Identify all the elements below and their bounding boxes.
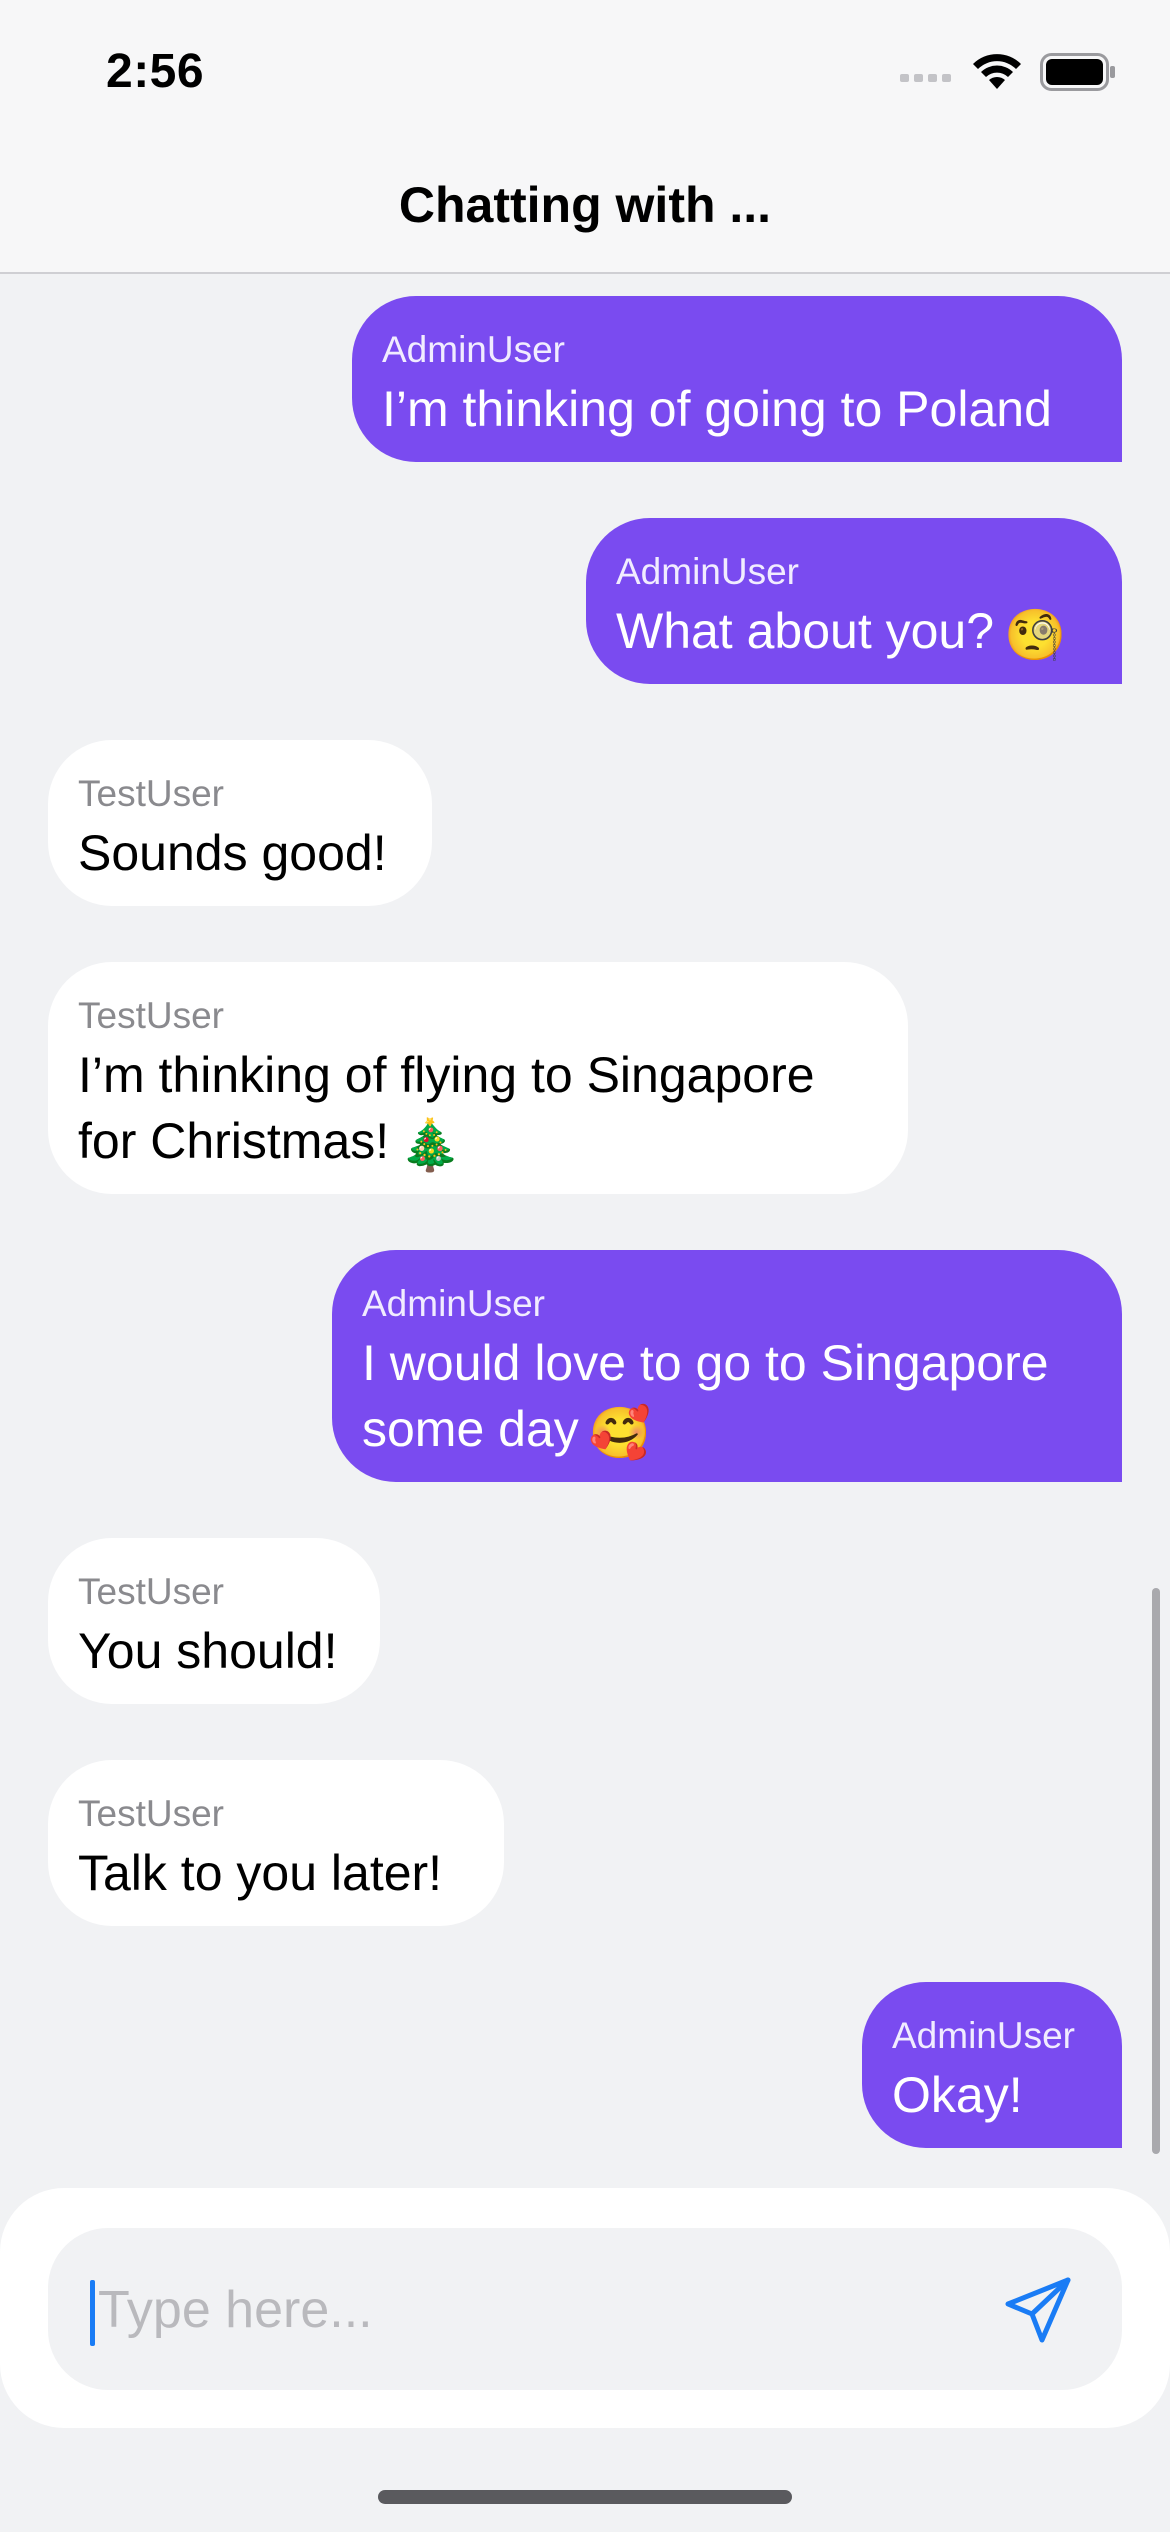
- message-text-line-2: for Christmas! 🎄: [78, 1108, 878, 1178]
- message-input-container[interactable]: [48, 2228, 1122, 2390]
- message-sender: TestUser: [78, 1793, 224, 1834]
- incoming-message: TestUser You should!: [48, 1538, 380, 1704]
- outgoing-message: AdminUser What about you? 🧐: [586, 518, 1122, 684]
- chat-message-list[interactable]: AdminUser I’m thinking of going to Polan…: [0, 276, 1170, 2188]
- monocle-face-emoji: 🧐: [1004, 606, 1067, 663]
- message-text: You should!: [78, 1623, 338, 1679]
- message-sender: AdminUser: [362, 1283, 545, 1324]
- message-text-line: What about you?: [616, 603, 995, 659]
- message-sender: TestUser: [78, 995, 224, 1036]
- message-sender: AdminUser: [892, 2015, 1075, 2056]
- message-text: I’m thinking of going to Poland: [382, 381, 1052, 437]
- wifi-icon: [972, 53, 1022, 96]
- message-text-line: some day: [362, 1401, 579, 1457]
- message-text-line-1: I’m thinking of flying to Singapore: [78, 1047, 815, 1103]
- message-text-line: for Christmas!: [78, 1113, 390, 1169]
- status-time: 2:56: [106, 45, 205, 98]
- message-text: Okay!: [892, 2067, 1023, 2123]
- send-button[interactable]: [998, 2272, 1078, 2352]
- status-icons: [900, 52, 1116, 96]
- message-composer: [0, 2188, 1170, 2428]
- text-caret: [90, 2280, 95, 2346]
- message-sender: AdminUser: [616, 551, 799, 592]
- battery-icon: [1040, 52, 1116, 96]
- message-text-line-1: I would love to go to Singapore: [362, 1335, 1049, 1391]
- message-text-line-2: some day 🥰: [362, 1396, 1092, 1466]
- message-input[interactable]: [98, 2270, 978, 2350]
- incoming-message: TestUser Talk to you later!: [48, 1760, 504, 1926]
- status-bar: 2:56: [0, 0, 1170, 140]
- home-indicator[interactable]: [378, 2490, 792, 2504]
- page-title: Chatting with ...: [398, 177, 772, 233]
- cellular-signal-icon: [900, 62, 954, 87]
- message-text: Talk to you later!: [78, 1845, 443, 1901]
- message-text: What about you? 🧐: [616, 598, 1092, 668]
- incoming-message: TestUser Sounds good!: [48, 740, 432, 906]
- outgoing-message: AdminUser Okay!: [862, 1982, 1122, 2148]
- paper-plane-send-icon: [1002, 2274, 1074, 2351]
- outgoing-message: AdminUser I would love to go to Singapor…: [332, 1250, 1122, 1482]
- message-sender: TestUser: [78, 773, 224, 814]
- christmas-tree-emoji: 🎄: [399, 1116, 462, 1173]
- outgoing-message: AdminUser I’m thinking of going to Polan…: [352, 296, 1122, 462]
- message-text: Sounds good!: [78, 825, 387, 881]
- incoming-message: TestUser I’m thinking of flying to Singa…: [48, 962, 908, 1194]
- message-sender: AdminUser: [382, 329, 565, 370]
- message-sender: TestUser: [78, 1571, 224, 1612]
- scroll-indicator[interactable]: [1152, 1588, 1160, 2154]
- navigation-bar: Chatting with ...: [0, 140, 1170, 274]
- smiling-face-with-hearts-emoji: 🥰: [588, 1404, 652, 1461]
